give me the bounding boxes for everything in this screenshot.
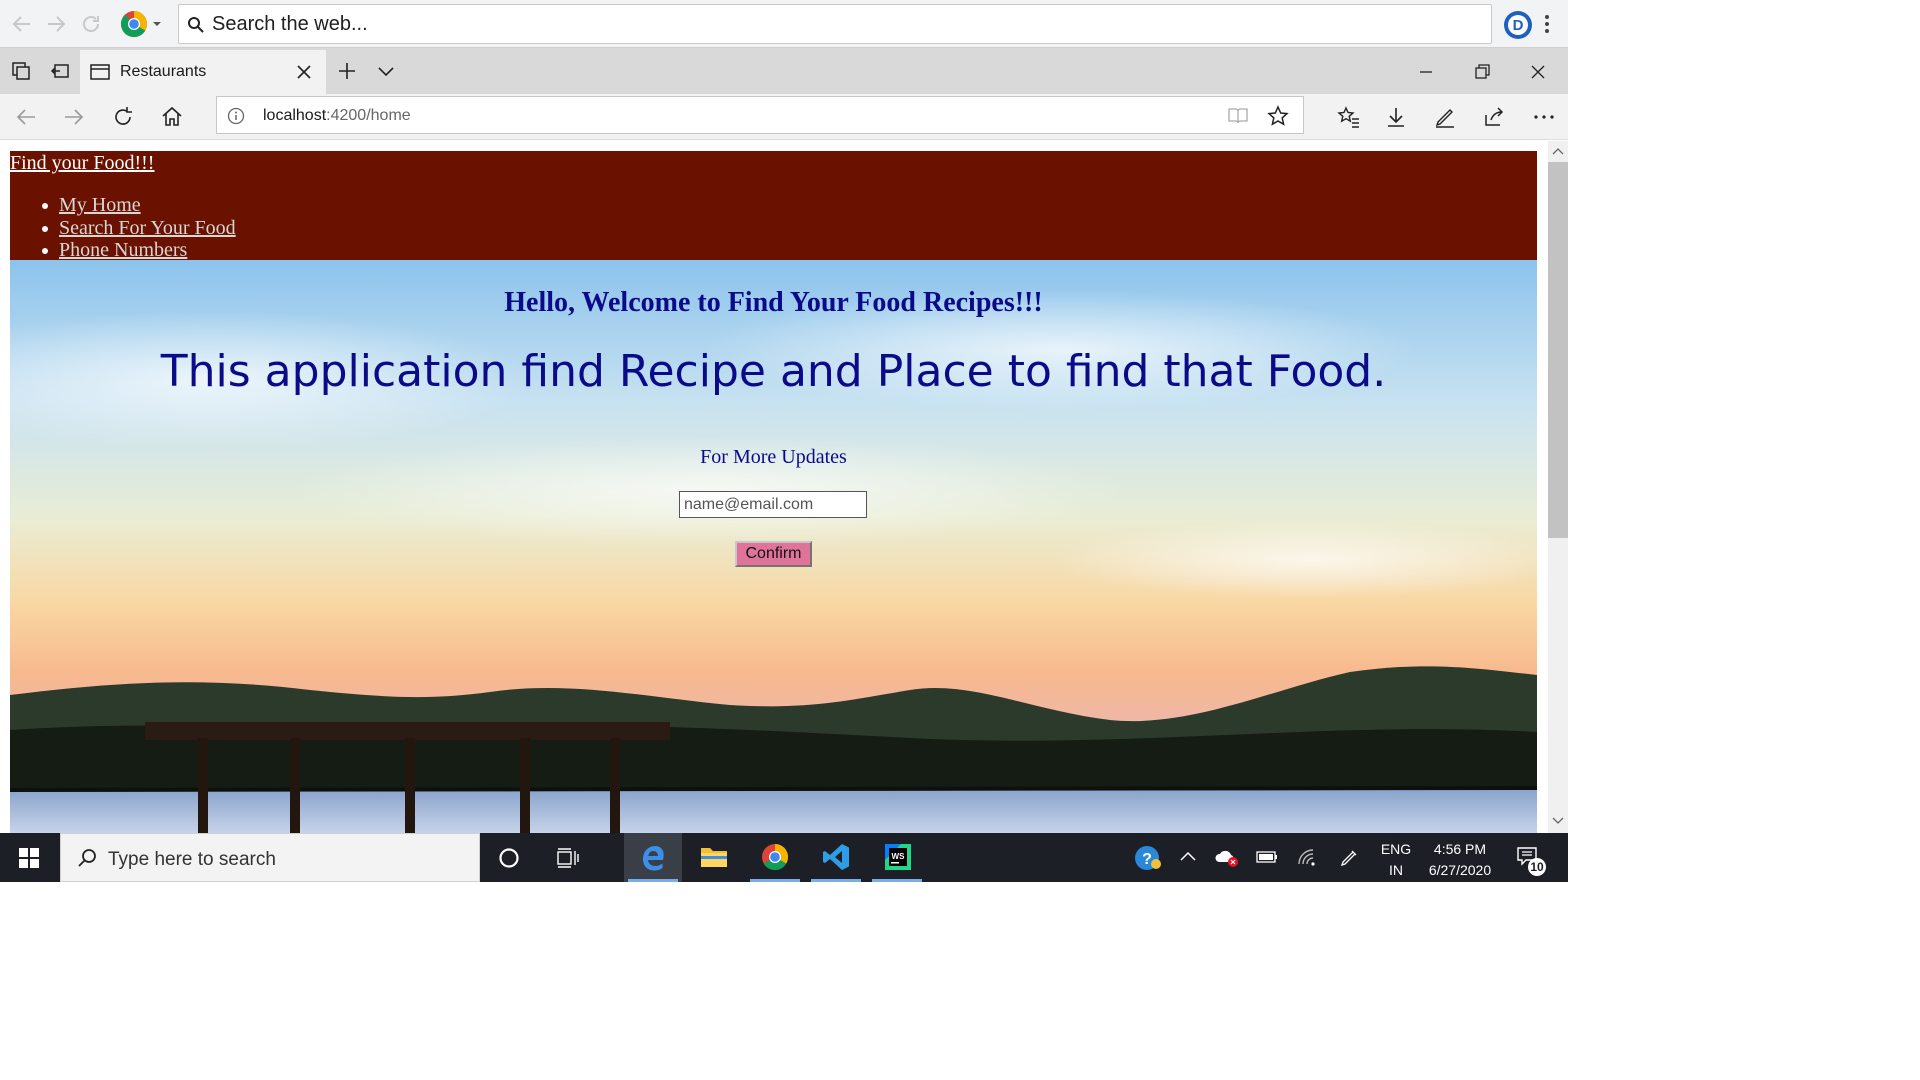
favorite-star-icon[interactable]: [1267, 105, 1289, 127]
share-icon[interactable]: [1482, 105, 1506, 129]
taskbar: Type here to search WS ? ENG IN 4:56 PM …: [0, 833, 1568, 882]
cortana-icon[interactable]: [498, 847, 520, 869]
nav-item-phone: Phone Numbers: [42, 239, 236, 262]
close-tab-icon[interactable]: [296, 64, 312, 80]
welcome-heading: Hello, Welcome to Find Your Food Recipes…: [504, 287, 1043, 318]
nav-link-search-food[interactable]: Search For Your Food: [59, 217, 236, 239]
download-icon[interactable]: [1384, 105, 1408, 129]
close-window-icon[interactable]: [1528, 62, 1548, 82]
taskbar-search-placeholder: Type here to search: [108, 849, 276, 870]
webstorm-icon: WS: [883, 842, 913, 872]
tab-title: Restaurants: [120, 63, 207, 80]
nav-link-phone-numbers[interactable]: Phone Numbers: [59, 239, 187, 261]
taskbar-search-box[interactable]: Type here to search: [60, 833, 480, 882]
chevron-up-icon[interactable]: [1180, 851, 1196, 861]
url-host: localhost: [263, 107, 327, 124]
search-icon: [76, 847, 98, 869]
info-icon[interactable]: [227, 107, 245, 125]
url-path: :4200/home: [326, 107, 411, 124]
nav-list: My Home Search For Your Food Phone Numbe…: [42, 194, 236, 262]
restore-icon[interactable]: [1472, 62, 1492, 82]
reload-icon[interactable]: [79, 12, 103, 36]
scroll-down-icon[interactable]: [1552, 817, 1564, 825]
tab-preview-chevron-icon[interactable]: [376, 61, 396, 81]
url-text: localhost:4200/home: [263, 107, 411, 125]
web-search-text: Search the web...: [212, 13, 368, 35]
chevron-down-icon[interactable]: [152, 20, 162, 28]
taskbar-vscode-app[interactable]: [807, 833, 865, 882]
chrome-icon: [761, 843, 789, 871]
onedrive-error-icon[interactable]: [1214, 848, 1240, 868]
reading-view-icon[interactable]: [1227, 106, 1249, 126]
nav-link-my-home[interactable]: My Home: [59, 194, 141, 216]
clock[interactable]: 4:56 PM 6/27/2020: [1424, 839, 1496, 881]
confirm-button[interactable]: Confirm: [735, 541, 812, 567]
scrollbar-thumb[interactable]: [1548, 162, 1568, 538]
address-toolbar: localhost:4200/home: [0, 94, 1568, 140]
email-field[interactable]: [679, 491, 867, 518]
refresh-icon[interactable]: [111, 105, 135, 129]
task-view-icon[interactable]: [556, 847, 580, 869]
minimize-icon[interactable]: [1416, 62, 1436, 82]
region-code: IN: [1389, 862, 1403, 878]
windows-start-icon[interactable]: [19, 848, 39, 868]
page-icon: [90, 63, 110, 81]
clock-date: 6/27/2020: [1428, 862, 1492, 878]
taskbar-edge-app[interactable]: [624, 833, 682, 882]
input-language[interactable]: ENG IN: [1380, 839, 1412, 881]
nav-item-search: Search For Your Food: [42, 217, 236, 240]
profile-icon[interactable]: D: [1503, 10, 1533, 40]
help-icon[interactable]: ?: [1134, 845, 1162, 871]
taskbar-webstorm-app[interactable]: WS: [868, 833, 926, 882]
tab-restaurants[interactable]: Restaurants: [80, 50, 326, 94]
running-app-indicator: [750, 879, 800, 882]
taskbar-explorer-app[interactable]: [685, 833, 743, 882]
wifi-icon[interactable]: [1296, 847, 1318, 867]
pen-icon[interactable]: [1433, 105, 1457, 129]
edge-icon: [639, 843, 667, 871]
notification-count-badge: 10: [1528, 858, 1546, 876]
running-app-indicator: [811, 879, 861, 882]
set-aside-tabs-icon[interactable]: [50, 61, 70, 81]
forward-icon[interactable]: [62, 105, 86, 129]
running-app-indicator: [872, 879, 922, 882]
tab-sets-icon[interactable]: [11, 61, 31, 81]
scroll-up-icon[interactable]: [1552, 147, 1564, 155]
tab-strip: Restaurants: [0, 48, 1568, 94]
pen-workspace-icon[interactable]: [1338, 847, 1360, 869]
hero-section: Hello, Welcome to Find Your Food Recipes…: [10, 260, 1537, 833]
home-icon[interactable]: [160, 105, 184, 129]
site-navbar: Find your Food!!! My Home Search For You…: [10, 151, 1537, 262]
page-viewport: Find your Food!!! My Home Search For You…: [0, 141, 1548, 833]
language-code: ENG: [1380, 841, 1412, 857]
updates-label: For More Updates: [700, 446, 847, 468]
taskbar-chrome-app[interactable]: [746, 833, 804, 882]
address-bar[interactable]: localhost:4200/home: [216, 96, 1304, 134]
more-horiz-icon[interactable]: [1532, 105, 1556, 129]
svg-text:?: ?: [1142, 851, 1152, 868]
clock-time: 4:56 PM: [1433, 841, 1487, 857]
site-brand-link[interactable]: Find your Food!!!: [10, 152, 154, 175]
more-vert-icon[interactable]: [1544, 14, 1550, 34]
svg-text:WS: WS: [892, 852, 906, 861]
favorites-icon[interactable]: [1337, 105, 1361, 129]
back-icon[interactable]: [14, 105, 38, 129]
chrome-logo-icon[interactable]: [120, 10, 148, 38]
vscode-icon: [821, 842, 851, 872]
nav-item-home: My Home: [42, 194, 236, 217]
folder-icon: [700, 845, 728, 869]
web-search-box[interactable]: Search the web...: [178, 4, 1492, 44]
svg-text:D: D: [1513, 17, 1524, 34]
tagline-text: This application find Recipe and Place t…: [160, 346, 1387, 397]
search-icon: [187, 16, 205, 34]
battery-icon[interactable]: [1256, 850, 1278, 864]
active-app-indicator: [628, 879, 678, 882]
back-icon[interactable]: [10, 12, 34, 36]
new-tab-icon[interactable]: [337, 61, 357, 81]
web-search-strip: Search the web... D: [0, 0, 1568, 48]
forward-icon[interactable]: [44, 12, 68, 36]
